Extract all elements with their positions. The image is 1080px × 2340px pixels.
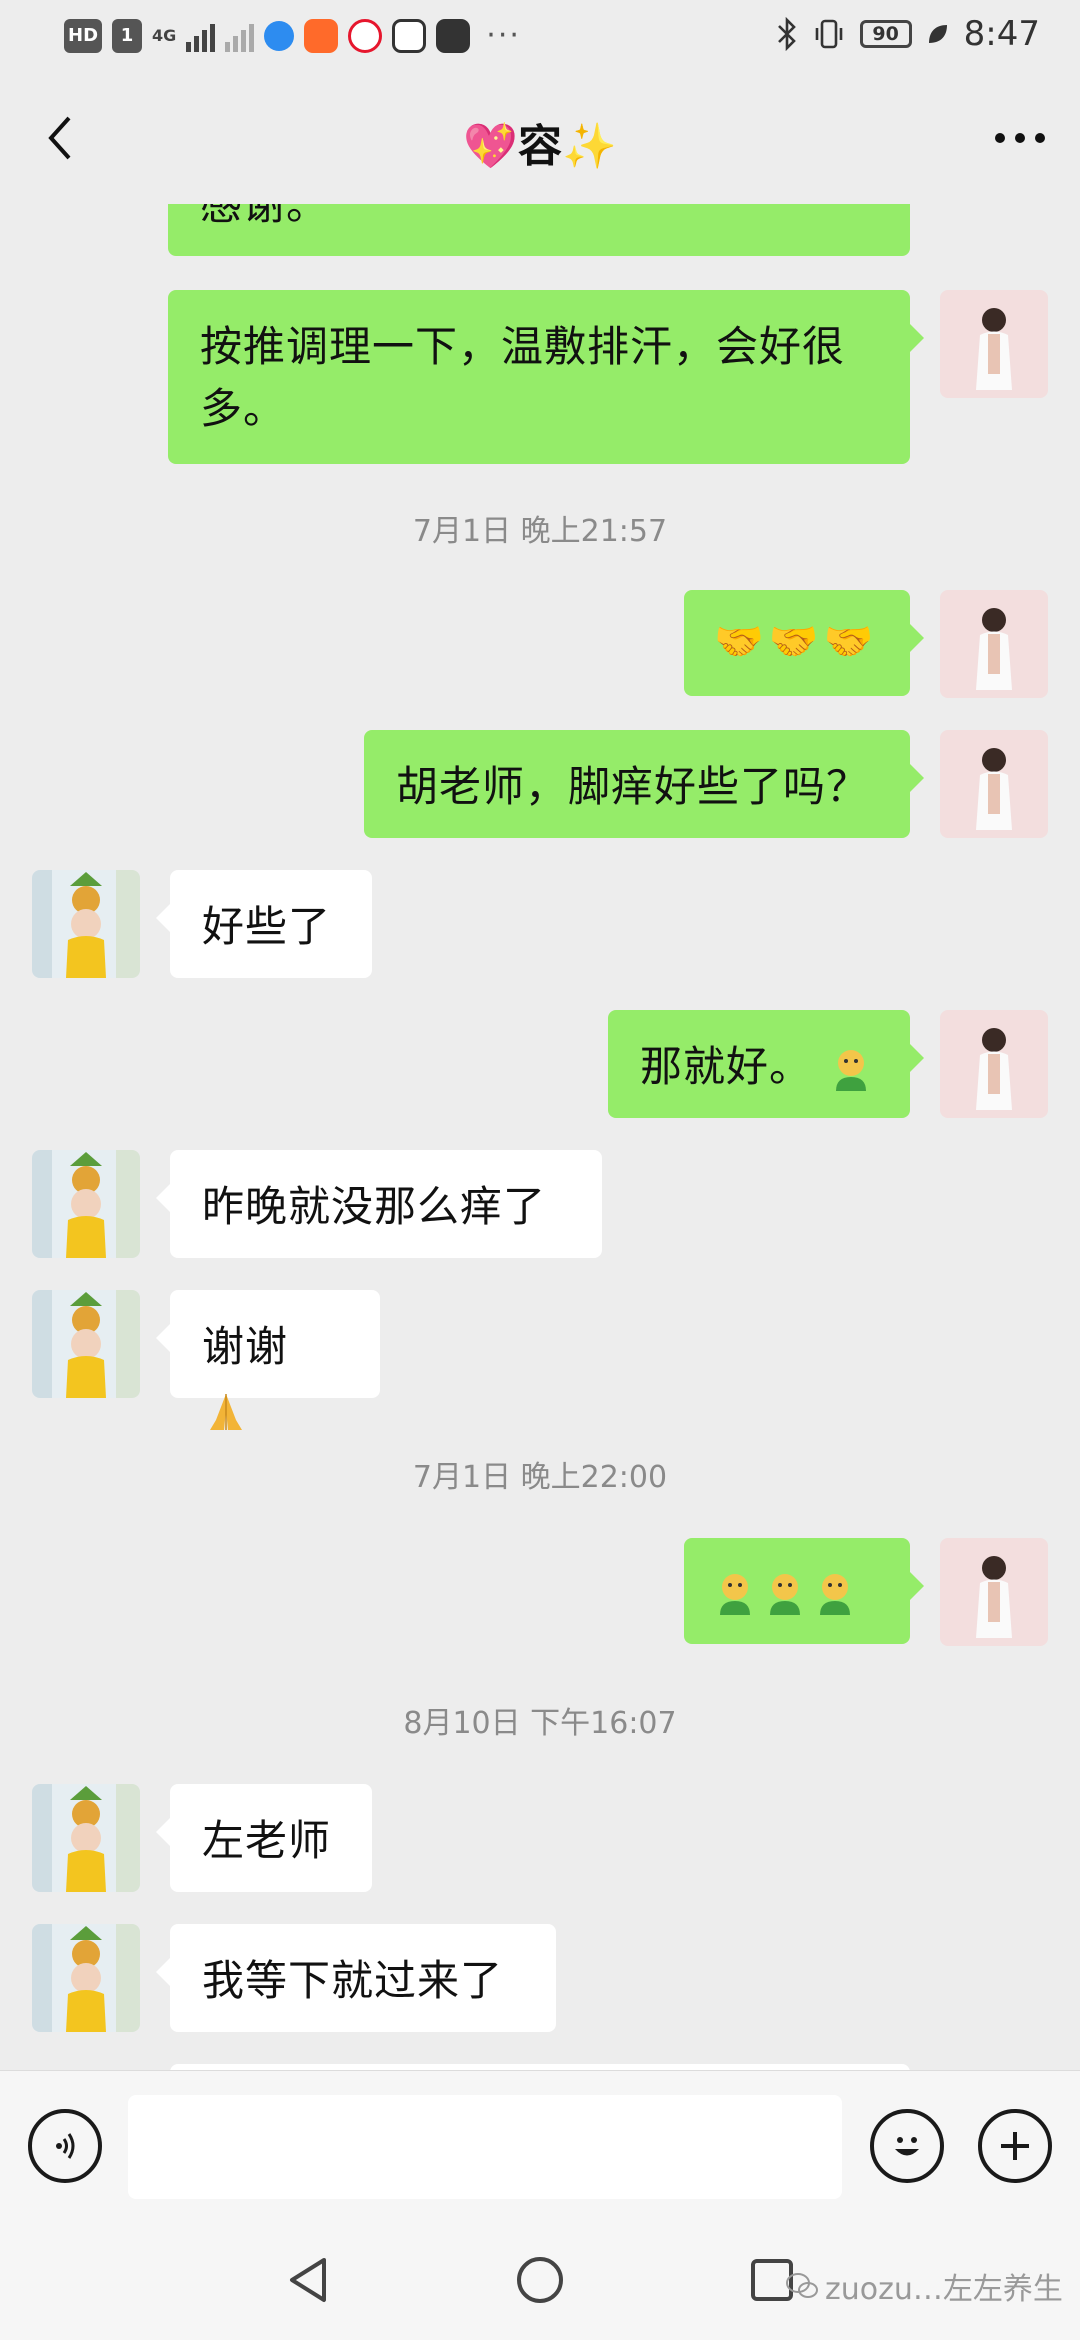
my-avatar[interactable] [940,290,1048,398]
ellipsis-icon [995,133,1045,143]
wechat-logo-icon [786,2273,818,2298]
handshake-icon: 🤝 [768,619,820,665]
title-text: 容 [518,121,562,172]
battery-icon: 90 [859,20,912,48]
avatar-child-icon [32,1150,140,1258]
avatar-child-icon [32,1924,140,2032]
voice-button[interactable] [28,2109,102,2183]
message-bubble-sent[interactable]: 胡老师，脚痒好些了吗？ [364,730,924,838]
contact-avatar[interactable] [32,1924,140,2032]
vibrate-icon [815,19,842,49]
message-bubble-received[interactable]: 左老师 [156,1784,372,1892]
message-list[interactable]: 感谢。 按推调理一下，温敷排汗，会好很多。 7月1日 晚上21:57 🤝 🤝 🤝 胡… [0,204,1080,2070]
signal-2-icon [225,20,255,52]
green-face-emoji-icon [770,1573,800,1615]
message-bubble-received[interactable]: 昨晚就没那么痒了 [156,1150,602,1258]
message-text: 按推调理一下，温敷排汗，会好很多。 [200,322,846,433]
avatar-woman-icon [940,290,1048,398]
watermark: zuozu…左左养生 [785,2264,1063,2308]
title-sparkle: ✨ [562,121,617,172]
timestamp: 8月10日 下午16:07 [403,1706,677,1741]
nav-home-button[interactable] [510,2250,570,2310]
triangle-back-icon [290,2258,326,2302]
green-face-emoji-icon [820,1573,850,1615]
avatar-woman-icon [940,590,1048,698]
huawei-icon [436,18,471,53]
handshake-icon: 🤝 [823,619,875,665]
contact-avatar[interactable] [32,870,140,978]
my-avatar[interactable] [940,1010,1048,1118]
overflow-icon: ··· [486,18,521,53]
avatar-child-icon [32,1290,140,1398]
message-text: 那就好。 [640,1042,813,1091]
contact-avatar[interactable] [32,1784,140,1892]
message-text: 我等下就过来了 [202,1956,504,2005]
message-text: 谢谢 [202,1322,289,1371]
weibo-icon [348,18,383,53]
avatar-child-icon [32,1784,140,1892]
my-avatar[interactable] [940,1538,1048,1646]
message-text: 胡老师，脚痒好些了吗？ [396,762,870,811]
emoji-icon [895,2137,919,2156]
clock: 8:47 [963,14,1040,54]
my-avatar[interactable] [940,730,1048,838]
emoji-button[interactable] [870,2109,944,2183]
message-text: 好些了 [202,902,332,951]
chat-header: 💖容✨ [0,72,1080,204]
leaf-icon [928,25,947,43]
message-bubble-sent[interactable]: 感谢。 [168,204,910,256]
chat-title: 💖容✨ [0,110,1080,174]
timestamp: 7月1日 晚上22:00 [412,1460,668,1495]
message-input[interactable] [128,2095,842,2199]
message-text: 昨晚就没那么痒了 [202,1182,547,1231]
store-badge-icon [264,20,295,51]
pray-emoji-icon [210,1393,242,1430]
message-bubble-received[interactable]: 谢谢 [156,1290,380,1430]
system-nav-bar: zuozu…左左养生 [0,2220,1080,2340]
bluetooth-icon [777,17,796,51]
message-bubble-sent[interactable]: 那就好。 [608,1010,924,1118]
avatar-child-icon [32,870,140,978]
message-bubble-sent[interactable] [684,1538,924,1644]
watermark-text: zuozu…左左养生 [825,2272,1063,2307]
more-button[interactable] [990,108,1050,168]
network-label: 4G [152,26,177,45]
message-bubble-received[interactable]: 好些了 [156,870,372,978]
green-face-emoji-icon [720,1573,750,1615]
voice-icon [56,2133,75,2159]
plus-icon [1001,2132,1029,2160]
plus-button[interactable] [978,2109,1052,2183]
title-heart: 💖 [463,121,518,172]
nav-back-button[interactable] [278,2250,338,2310]
my-avatar[interactable] [940,590,1048,698]
status-bar: HD 1 4G ··· 90 8:47 [0,0,1080,72]
status-left: HD 1 4G ··· [64,18,521,53]
message-bubble-sent[interactable]: 按推调理一下，温敷排汗，会好很多。 [168,290,924,464]
message-bubble-received[interactable]: 我等下就过来了 [156,1924,556,2032]
message-text: 感谢。 [200,204,330,229]
handshake-icon: 🤝 [714,619,765,665]
status-right: 90 8:47 [776,14,1040,54]
message-bubble-sent[interactable]: 🤝 🤝 🤝 [684,590,924,696]
avatar-woman-icon [940,1010,1048,1118]
message-text: 左老师 [202,1816,332,1865]
hd-badge: HD [64,18,103,53]
baby-app-icon [304,18,339,53]
shop-icon [392,18,427,53]
green-face-emoji-icon [836,1049,867,1091]
sim-badge: 1 [112,18,143,53]
input-bar [0,2070,1080,2221]
contact-avatar[interactable] [32,1290,140,1398]
circle-home-icon [517,2257,563,2303]
avatar-woman-icon [940,730,1048,838]
timestamp: 7月1日 晚上21:57 [412,514,668,549]
signal-icon [186,20,216,52]
contact-avatar[interactable] [32,1150,140,1258]
avatar-woman-icon [940,1538,1048,1646]
